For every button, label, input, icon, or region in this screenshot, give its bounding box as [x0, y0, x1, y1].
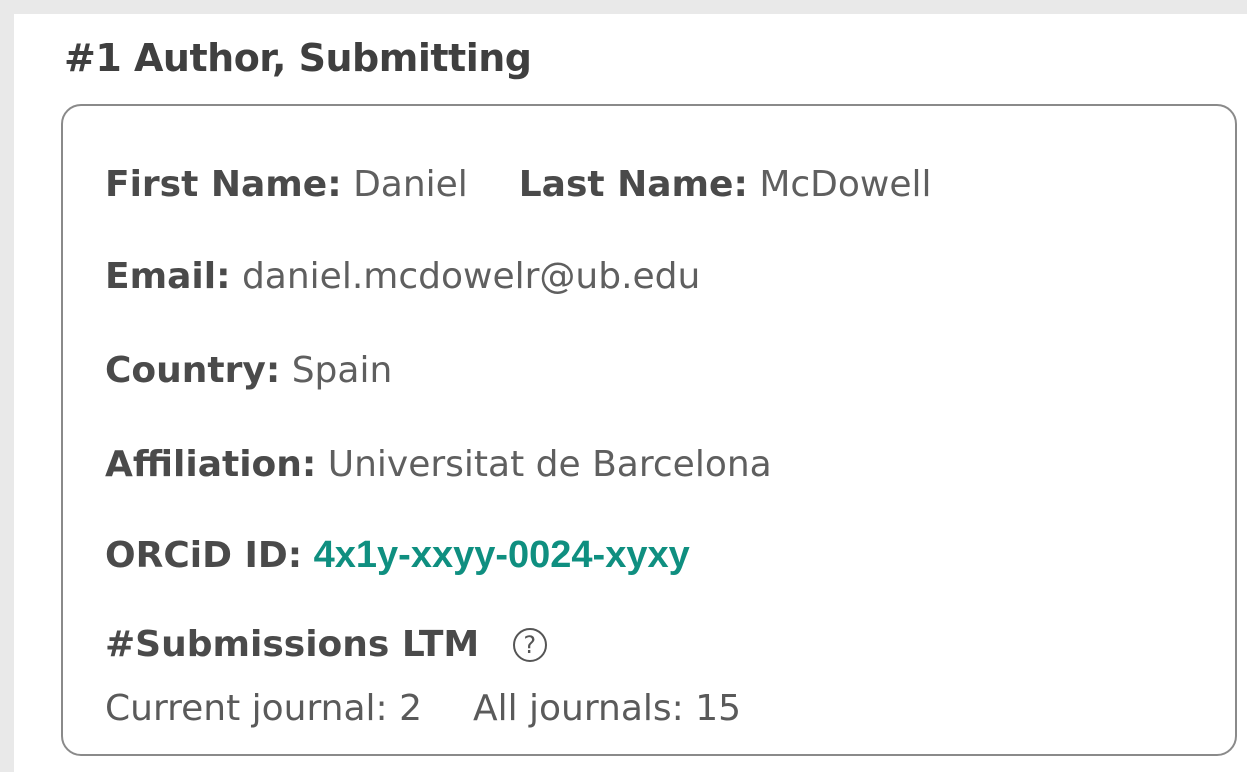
- affiliation-label: Affiliation:: [105, 444, 317, 485]
- author-panel: #1 Author, Submitting First Name: Daniel…: [14, 14, 1247, 772]
- last-name-label: Last Name:: [518, 164, 748, 205]
- first-name-value: Daniel: [353, 164, 468, 205]
- all-journals-value: 15: [695, 688, 742, 729]
- affiliation-value: Universitat de Barcelona: [327, 444, 772, 485]
- country-label: Country:: [105, 350, 281, 391]
- email-row: Email: daniel.mcdowelr@ub.edu: [105, 256, 700, 297]
- orcid-label: ORCiD ID:: [105, 535, 303, 576]
- submissions-counts-row: Current journal: 2 All journals: 15: [105, 688, 741, 729]
- question-circle-icon[interactable]: ?: [512, 628, 547, 662]
- last-name-value: McDowell: [759, 164, 932, 205]
- author-card: First Name: Daniel Last Name: McDowell E…: [61, 104, 1237, 756]
- orcid-row: ORCiD ID: 4x1y-xxyy-0024-xyxy: [105, 534, 690, 577]
- name-row: First Name: Daniel Last Name: McDowell: [105, 164, 932, 205]
- current-journal-label: Current journal:: [105, 688, 388, 729]
- email-value: daniel.mcdowelr@ub.edu: [241, 256, 701, 297]
- affiliation-row: Affiliation: Universitat de Barcelona: [105, 444, 772, 485]
- submissions-title-row: #Submissions LTM ?: [105, 624, 547, 665]
- orcid-link[interactable]: 4x1y-xxyy-0024-xyxy: [314, 534, 690, 576]
- all-journals-label: All journals:: [472, 688, 684, 729]
- email-label: Email:: [105, 256, 231, 297]
- country-value: Spain: [291, 350, 393, 391]
- submissions-title: #Submissions LTM: [105, 624, 480, 665]
- section-title: #1 Author, Submitting: [64, 36, 532, 80]
- current-journal-value: 2: [399, 688, 423, 729]
- first-name-label: First Name:: [105, 164, 342, 205]
- country-row: Country: Spain: [105, 350, 392, 391]
